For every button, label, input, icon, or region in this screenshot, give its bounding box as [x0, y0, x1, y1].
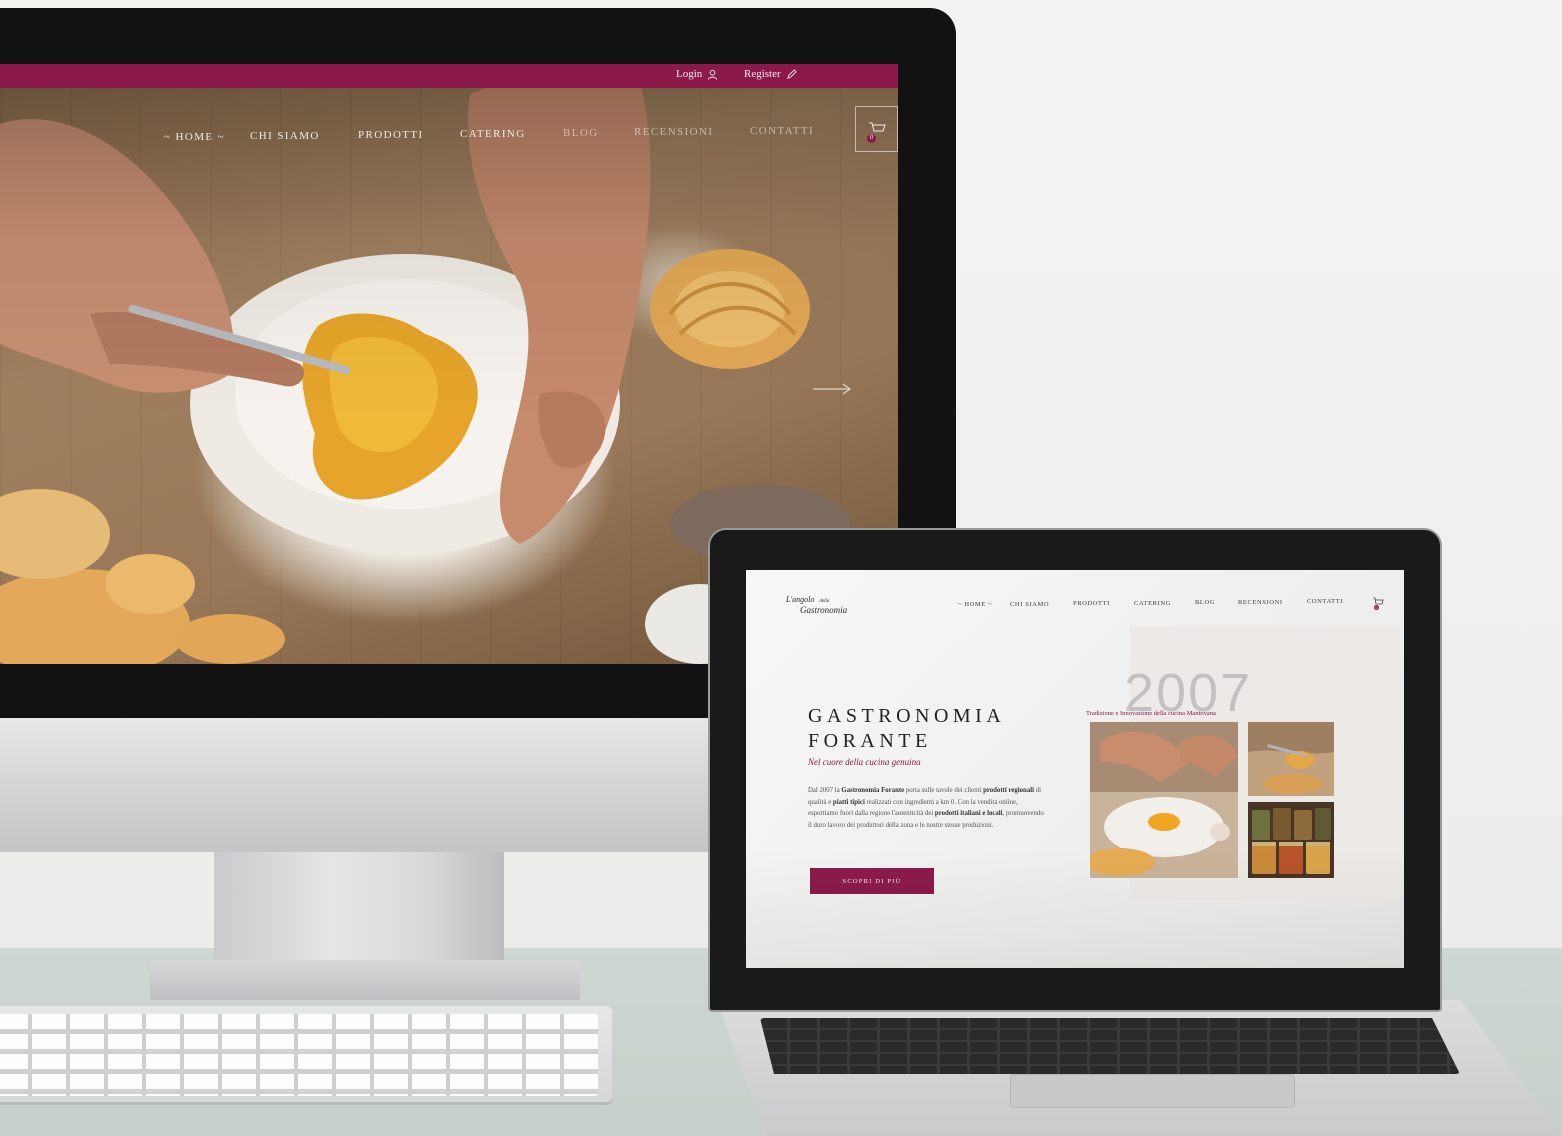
nav-recensioni[interactable]: Recensioni	[1238, 599, 1283, 606]
gallery-image-flour-eggs	[1090, 722, 1238, 878]
register-label: Register	[744, 68, 781, 80]
nav-contatti[interactable]: Contatti	[1307, 598, 1343, 605]
user-icon	[708, 69, 718, 80]
title-line-1: Gastronomia	[808, 705, 1006, 727]
logo-line-1: L'angolo	[786, 595, 815, 604]
nav-recensioni[interactable]: Recensioni	[634, 126, 713, 138]
nav-contatti[interactable]: Contatti	[750, 125, 814, 137]
intro-bold-2: prodotti regionali	[983, 787, 1034, 794]
intro-text-2: porta sulle tavole dei clienti	[904, 787, 984, 794]
intro-text-1: Dal 2007 la	[808, 787, 842, 794]
cart-count-badge: 0	[1374, 605, 1379, 610]
nav-blog[interactable]: Blog	[1195, 599, 1215, 606]
gallery-image-jars	[1248, 802, 1334, 878]
intro-bold-4: prodotti italiani e locali	[934, 810, 1003, 817]
nav-prodotti[interactable]: Prodotti	[1073, 600, 1110, 607]
tagline: Tradizione e Innovazione della cucina Ma…	[1086, 710, 1216, 717]
cart-button[interactable]: 0	[855, 106, 898, 152]
intro-bold-3: piatti tipici	[832, 798, 865, 806]
nav-prodotti[interactable]: Prodotti	[358, 129, 424, 141]
laptop-trackpad	[1010, 1074, 1295, 1108]
page-title: Gastronomia Forante	[808, 704, 1005, 754]
cart-count-badge: 0	[867, 134, 876, 143]
nav-catering[interactable]: Catering	[1134, 600, 1171, 607]
register-link[interactable]: Register	[744, 64, 797, 84]
page-subtitle: Nel cuore della cucina genuina	[808, 757, 921, 767]
imac-stand	[214, 852, 504, 970]
intro-bold-1: Gastronomia Forante	[841, 787, 905, 794]
nav-blog[interactable]: Blog	[563, 127, 599, 139]
nav-chi-siamo[interactable]: Chi Siamo	[250, 130, 320, 142]
laptop-website-screen: L'angolo della Gastronomia ~ Home ~ Chi …	[746, 570, 1404, 968]
arrow-right-icon[interactable]	[812, 382, 852, 396]
logo-line-2: della	[819, 599, 830, 604]
nav-home[interactable]: ~ Home ~	[958, 601, 992, 608]
cart-icon	[869, 122, 886, 132]
keyboard-keys	[0, 1014, 598, 1096]
wireless-keyboard	[0, 1006, 612, 1102]
gallery-image-pasta-spoon	[1248, 722, 1334, 796]
laptop-keyboard	[760, 1018, 1460, 1074]
title-line-2: Forante	[808, 730, 932, 752]
nav-chi-siamo[interactable]: Chi Siamo	[1010, 601, 1049, 608]
pencil-icon	[786, 68, 797, 79]
main-navigation: ~ Home ~ Chi Siamo Prodotti Catering Blo…	[0, 125, 898, 148]
intro-paragraph: Dal 2007 la Gastronomia Forante porta su…	[808, 785, 1046, 831]
logo-line-3: Gastronomia	[800, 605, 848, 615]
imac-stand-foot	[150, 960, 580, 1000]
login-link[interactable]: Login	[676, 64, 718, 84]
top-bar: Login Register	[0, 64, 898, 88]
login-label: Login	[676, 68, 703, 80]
nav-home[interactable]: ~ Home ~	[164, 131, 225, 143]
nav-catering[interactable]: Catering	[460, 128, 526, 140]
site-logo[interactable]: L'angolo della Gastronomia	[786, 595, 848, 615]
discover-more-button[interactable]: Scopri Di Più	[810, 868, 934, 894]
